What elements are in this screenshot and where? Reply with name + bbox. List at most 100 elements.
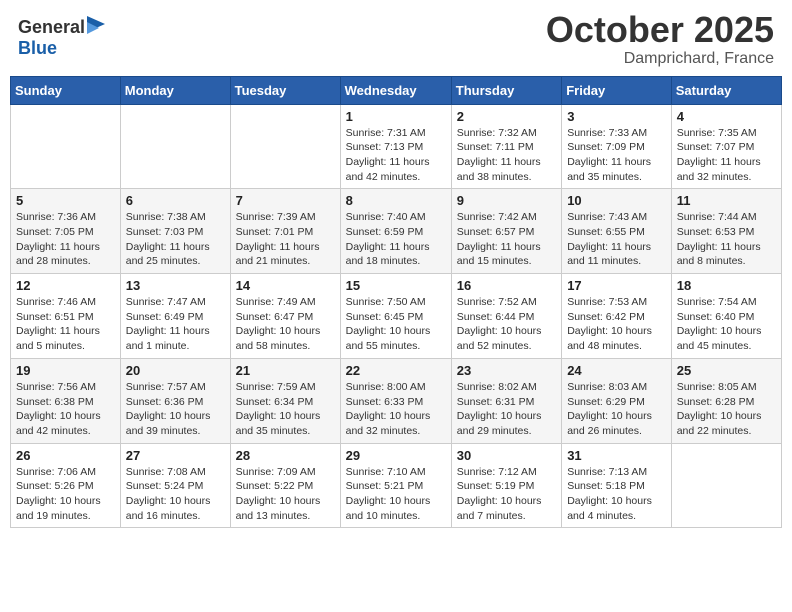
day-number: 23 <box>457 363 556 378</box>
day-number: 15 <box>346 278 446 293</box>
day-number: 13 <box>126 278 225 293</box>
day-number: 24 <box>567 363 666 378</box>
day-number: 16 <box>457 278 556 293</box>
day-info: Sunrise: 7:53 AM Sunset: 6:42 PM Dayligh… <box>567 295 666 354</box>
calendar-week-row: 12 Sunrise: 7:46 AM Sunset: 6:51 PM Dayli… <box>11 274 782 359</box>
day-info: Sunrise: 7:49 AM Sunset: 6:47 PM Dayligh… <box>236 295 335 354</box>
month-title: October 2025 <box>546 10 774 50</box>
calendar-cell: 20 Sunrise: 7:57 AM Sunset: 6:36 PM Dayli… <box>120 358 230 443</box>
day-info: Sunrise: 7:38 AM Sunset: 7:03 PM Dayligh… <box>126 210 225 269</box>
day-number: 22 <box>346 363 446 378</box>
calendar-cell: 3Sunrise: 7:33 AM Sunset: 7:09 PM Daylig… <box>562 104 672 189</box>
day-header-tuesday: Tuesday <box>230 76 340 104</box>
day-info: Sunrise: 7:31 AM Sunset: 7:13 PM Dayligh… <box>346 126 446 185</box>
day-header-wednesday: Wednesday <box>340 76 451 104</box>
day-info: Sunrise: 7:47 AM Sunset: 6:49 PM Dayligh… <box>126 295 225 354</box>
day-info: Sunrise: 7:32 AM Sunset: 7:11 PM Dayligh… <box>457 126 556 185</box>
calendar-table: SundayMondayTuesdayWednesdayThursdayFrid… <box>10 76 782 529</box>
calendar-cell: 21 Sunrise: 7:59 AM Sunset: 6:34 PM Dayli… <box>230 358 340 443</box>
day-number: 25 <box>677 363 776 378</box>
day-info: Sunrise: 7:40 AM Sunset: 6:59 PM Dayligh… <box>346 210 446 269</box>
calendar-cell: 28 Sunrise: 7:09 AM Sunset: 5:22 PM Dayli… <box>230 443 340 528</box>
day-number: 29 <box>346 448 446 463</box>
calendar-cell: 24 Sunrise: 8:03 AM Sunset: 6:29 PM Dayli… <box>562 358 672 443</box>
calendar-cell: 17 Sunrise: 7:53 AM Sunset: 6:42 PM Dayli… <box>562 274 672 359</box>
day-info: Sunrise: 7:10 AM Sunset: 5:21 PM Dayligh… <box>346 465 446 524</box>
day-number: 10 <box>567 193 666 208</box>
calendar-cell: 30 Sunrise: 7:12 AM Sunset: 5:19 PM Dayli… <box>451 443 561 528</box>
calendar-cell: 15Sunrise: 7:50 AM Sunset: 6:45 PM Dayli… <box>340 274 451 359</box>
day-info: Sunrise: 7:06 AM Sunset: 5:26 PM Dayligh… <box>16 465 115 524</box>
calendar-cell: 5 Sunrise: 7:36 AM Sunset: 7:05 PM Daylig… <box>11 189 121 274</box>
calendar-cell: 14 Sunrise: 7:49 AM Sunset: 6:47 PM Dayli… <box>230 274 340 359</box>
day-header-thursday: Thursday <box>451 76 561 104</box>
day-number: 28 <box>236 448 335 463</box>
calendar-cell <box>671 443 781 528</box>
day-info: Sunrise: 7:13 AM Sunset: 5:18 PM Dayligh… <box>567 465 666 524</box>
day-info: Sunrise: 7:12 AM Sunset: 5:19 PM Dayligh… <box>457 465 556 524</box>
calendar-cell: 16Sunrise: 7:52 AM Sunset: 6:44 PM Dayli… <box>451 274 561 359</box>
day-number: 6 <box>126 193 225 208</box>
calendar-cell: 6 Sunrise: 7:38 AM Sunset: 7:03 PM Daylig… <box>120 189 230 274</box>
logo: General Blue <box>18 16 107 59</box>
logo-icon <box>87 16 105 38</box>
day-number: 12 <box>16 278 115 293</box>
day-info: Sunrise: 7:08 AM Sunset: 5:24 PM Dayligh… <box>126 465 225 524</box>
day-info: Sunrise: 7:42 AM Sunset: 6:57 PM Dayligh… <box>457 210 556 269</box>
calendar-cell: 7 Sunrise: 7:39 AM Sunset: 7:01 PM Daylig… <box>230 189 340 274</box>
day-number: 31 <box>567 448 666 463</box>
day-info: Sunrise: 8:05 AM Sunset: 6:28 PM Dayligh… <box>677 380 776 439</box>
calendar-cell: 12 Sunrise: 7:46 AM Sunset: 6:51 PM Dayli… <box>11 274 121 359</box>
title-block: October 2025 Damprichard, France <box>546 10 774 68</box>
calendar-header-row: SundayMondayTuesdayWednesdayThursdayFrid… <box>11 76 782 104</box>
calendar-cell: 19Sunrise: 7:56 AM Sunset: 6:38 PM Dayli… <box>11 358 121 443</box>
day-info: Sunrise: 7:43 AM Sunset: 6:55 PM Dayligh… <box>567 210 666 269</box>
calendar-week-row: 26 Sunrise: 7:06 AM Sunset: 5:26 PM Dayli… <box>11 443 782 528</box>
calendar-cell: 13 Sunrise: 7:47 AM Sunset: 6:49 PM Dayli… <box>120 274 230 359</box>
calendar-cell: 4Sunrise: 7:35 AM Sunset: 7:07 PM Daylig… <box>671 104 781 189</box>
logo-general-text: General <box>18 17 85 38</box>
day-number: 1 <box>346 109 446 124</box>
day-info: Sunrise: 7:33 AM Sunset: 7:09 PM Dayligh… <box>567 126 666 185</box>
day-info: Sunrise: 7:36 AM Sunset: 7:05 PM Dayligh… <box>16 210 115 269</box>
day-number: 7 <box>236 193 335 208</box>
day-info: Sunrise: 7:46 AM Sunset: 6:51 PM Dayligh… <box>16 295 115 354</box>
calendar-cell: 2 Sunrise: 7:32 AM Sunset: 7:11 PM Daylig… <box>451 104 561 189</box>
day-number: 18 <box>677 278 776 293</box>
day-number: 11 <box>677 193 776 208</box>
day-info: Sunrise: 7:54 AM Sunset: 6:40 PM Dayligh… <box>677 295 776 354</box>
day-number: 2 <box>457 109 556 124</box>
calendar-cell: 26 Sunrise: 7:06 AM Sunset: 5:26 PM Dayli… <box>11 443 121 528</box>
day-info: Sunrise: 8:00 AM Sunset: 6:33 PM Dayligh… <box>346 380 446 439</box>
day-number: 30 <box>457 448 556 463</box>
calendar-cell <box>230 104 340 189</box>
day-info: Sunrise: 7:39 AM Sunset: 7:01 PM Dayligh… <box>236 210 335 269</box>
day-info: Sunrise: 7:44 AM Sunset: 6:53 PM Dayligh… <box>677 210 776 269</box>
day-number: 19 <box>16 363 115 378</box>
day-number: 21 <box>236 363 335 378</box>
day-info: Sunrise: 7:59 AM Sunset: 6:34 PM Dayligh… <box>236 380 335 439</box>
day-header-friday: Friday <box>562 76 672 104</box>
calendar-cell: 10 Sunrise: 7:43 AM Sunset: 6:55 PM Dayli… <box>562 189 672 274</box>
day-number: 17 <box>567 278 666 293</box>
calendar-cell: 18 Sunrise: 7:54 AM Sunset: 6:40 PM Dayli… <box>671 274 781 359</box>
day-info: Sunrise: 8:03 AM Sunset: 6:29 PM Dayligh… <box>567 380 666 439</box>
calendar-cell: 8 Sunrise: 7:40 AM Sunset: 6:59 PM Daylig… <box>340 189 451 274</box>
day-number: 5 <box>16 193 115 208</box>
calendar-cell <box>11 104 121 189</box>
logo-blue-text: Blue <box>18 38 57 58</box>
day-number: 20 <box>126 363 225 378</box>
calendar-cell: 31 Sunrise: 7:13 AM Sunset: 5:18 PM Dayli… <box>562 443 672 528</box>
day-number: 8 <box>346 193 446 208</box>
day-number: 9 <box>457 193 556 208</box>
day-info: Sunrise: 7:57 AM Sunset: 6:36 PM Dayligh… <box>126 380 225 439</box>
day-number: 14 <box>236 278 335 293</box>
calendar-cell: 23 Sunrise: 8:02 AM Sunset: 6:31 PM Dayli… <box>451 358 561 443</box>
calendar-cell: 1 Sunrise: 7:31 AM Sunset: 7:13 PM Daylig… <box>340 104 451 189</box>
day-number: 26 <box>16 448 115 463</box>
day-info: Sunrise: 7:09 AM Sunset: 5:22 PM Dayligh… <box>236 465 335 524</box>
day-header-sunday: Sunday <box>11 76 121 104</box>
calendar-week-row: 19Sunrise: 7:56 AM Sunset: 6:38 PM Dayli… <box>11 358 782 443</box>
calendar-cell: 29 Sunrise: 7:10 AM Sunset: 5:21 PM Dayli… <box>340 443 451 528</box>
day-info: Sunrise: 8:02 AM Sunset: 6:31 PM Dayligh… <box>457 380 556 439</box>
